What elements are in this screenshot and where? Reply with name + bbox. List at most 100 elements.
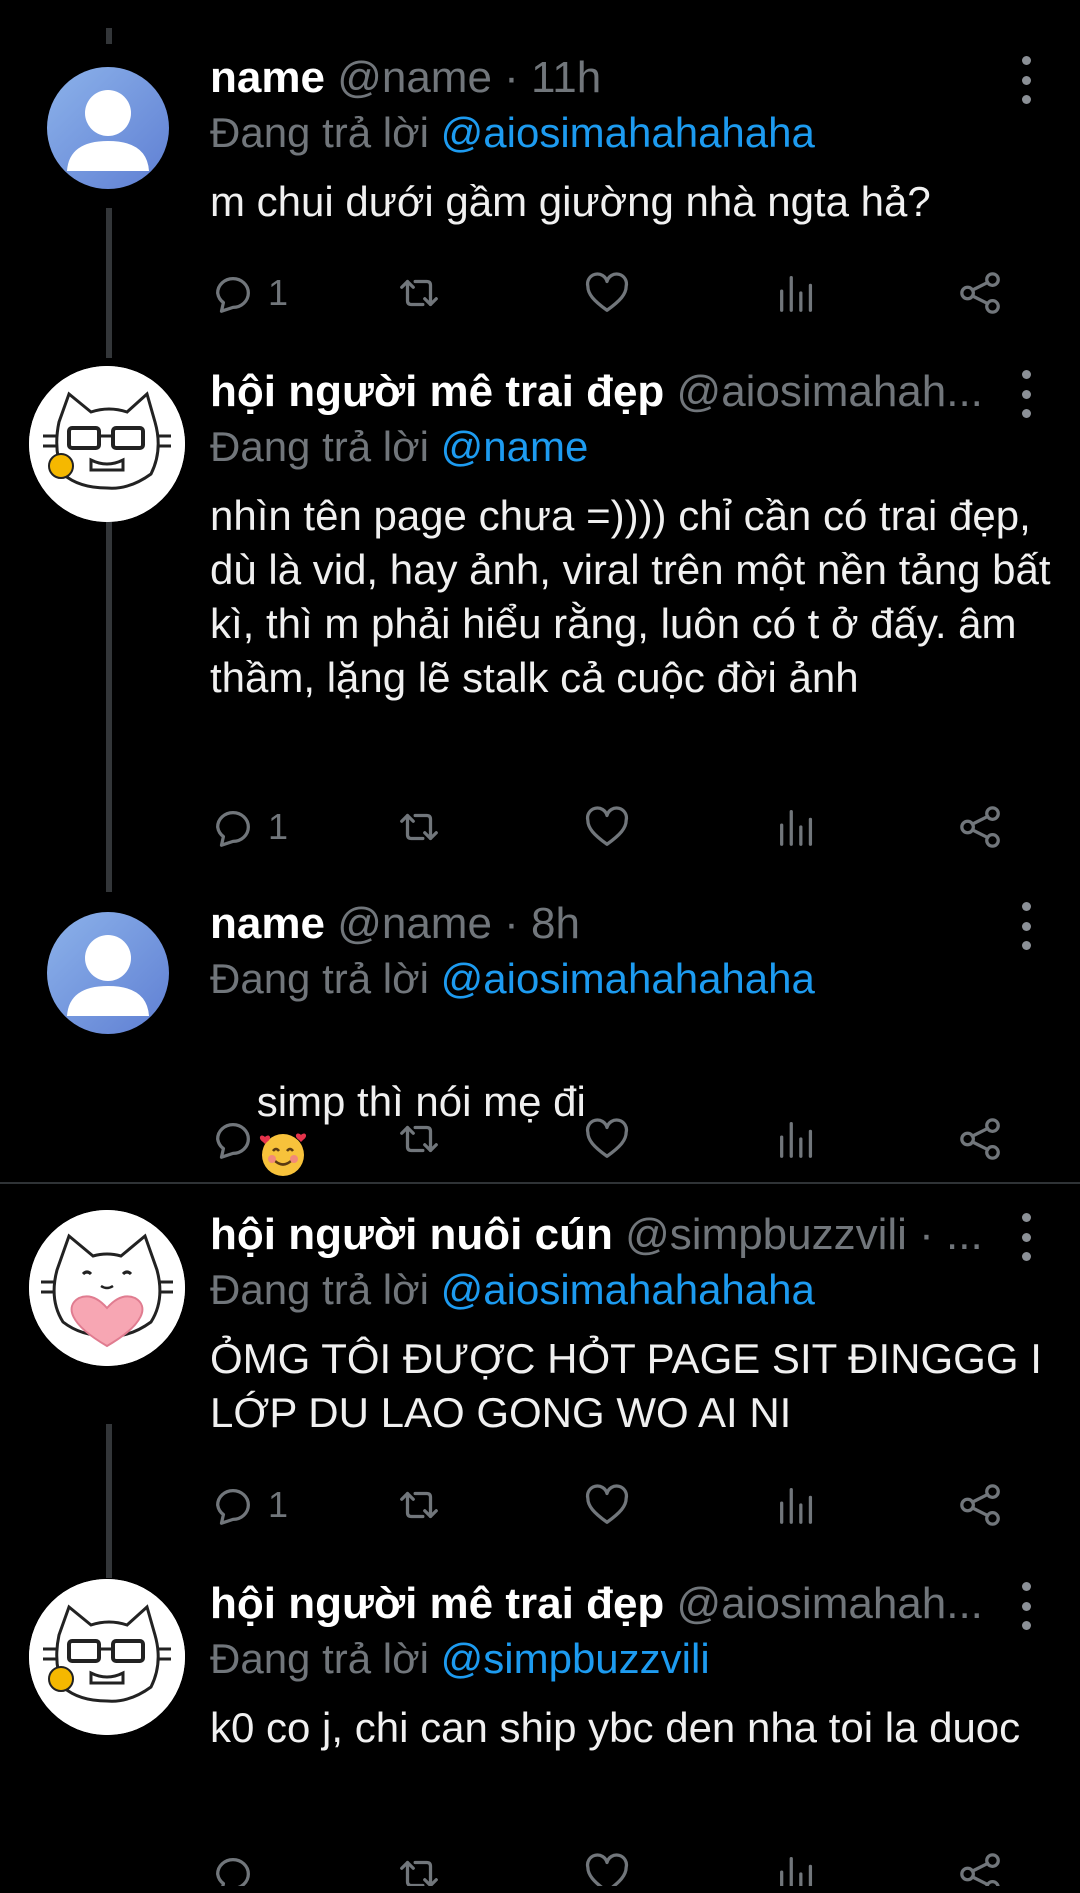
more-options-icon[interactable] <box>1006 902 1046 950</box>
share-icon <box>960 1853 1000 1886</box>
tweet-text: m chui dưới gầm giường nhà ngta hả? <box>210 178 931 225</box>
avatar[interactable] <box>29 366 185 522</box>
avatar[interactable] <box>47 67 169 189</box>
share-button[interactable] <box>958 265 1004 321</box>
reply-button[interactable]: 1 <box>210 1477 288 1533</box>
reply-mention-link[interactable]: @name <box>441 423 589 470</box>
reply-icon <box>216 1123 250 1159</box>
avatar[interactable] <box>47 912 169 1034</box>
views-button[interactable] <box>774 265 820 321</box>
views-button[interactable] <box>774 1846 820 1886</box>
reply-mention-link[interactable]: @aiosimahahahaha <box>441 1266 815 1313</box>
reply-button[interactable]: 1 <box>210 265 288 321</box>
reply-mention-link[interactable]: @simpbuzzvili <box>441 1635 710 1682</box>
retweet-button[interactable] <box>396 265 442 321</box>
tweet-text: ỎMG TÔI ĐƯỢC HỎT PAGE SIT ĐINGGG I LỚP D… <box>210 1335 1054 1436</box>
reply-count: 1 <box>268 272 289 313</box>
replying-label: Đang trả lời <box>210 109 429 156</box>
replying-label: Đang trả lời <box>210 1266 429 1313</box>
thread-line <box>106 28 112 44</box>
share-icon <box>960 806 1000 848</box>
views-icon <box>780 1857 813 1886</box>
tweet[interactable]: hội người nuôi cún @simpbuzzvili · ... Đ… <box>0 1207 1080 1526</box>
display-name[interactable]: name <box>210 53 325 102</box>
like-icon <box>585 806 629 846</box>
reply-button[interactable] <box>210 1111 256 1167</box>
like-button[interactable] <box>584 799 630 855</box>
share-button[interactable] <box>958 1477 1004 1533</box>
cat-heart-avatar-icon <box>29 1210 185 1366</box>
like-button[interactable] <box>584 1846 630 1886</box>
tweet-header: hội người nuôi cún @simpbuzzvili · ... <box>210 1207 1000 1263</box>
avatar[interactable] <box>29 1210 185 1366</box>
replying-to: Đang trả lời @aiosimahahahaha <box>210 952 815 1006</box>
like-icon <box>585 1484 629 1524</box>
user-handle[interactable]: @aiosimahah... <box>677 1579 983 1628</box>
retweet-button[interactable] <box>396 1846 442 1886</box>
views-button[interactable] <box>774 1111 820 1167</box>
retweet-icon <box>400 813 438 841</box>
views-icon <box>780 1122 813 1158</box>
tweet-actions <box>210 1846 1030 1886</box>
more-options-icon[interactable] <box>1006 56 1046 104</box>
more-options-icon[interactable] <box>1006 370 1046 418</box>
share-icon <box>960 1118 1000 1160</box>
retweet-icon <box>400 1125 438 1153</box>
like-icon <box>585 1118 629 1158</box>
user-handle[interactable]: @name <box>337 53 492 102</box>
more-options-icon[interactable] <box>1006 1213 1046 1261</box>
timestamp[interactable]: · 11h <box>504 53 601 102</box>
retweet-button[interactable] <box>396 1477 442 1533</box>
like-button[interactable] <box>584 1477 630 1533</box>
tweet-header: name @name · 8h <box>210 896 1000 952</box>
tweet-actions: 1 <box>210 1477 1030 1537</box>
retweet-icon <box>400 1860 438 1886</box>
reply-mention-link[interactable]: @aiosimahahahaha <box>441 109 815 156</box>
tweet-actions: 1 <box>210 799 1030 859</box>
reply-icon <box>216 811 250 847</box>
reply-icon <box>216 277 250 313</box>
retweet-icon <box>400 1491 438 1519</box>
display-name[interactable]: name <box>210 899 325 948</box>
views-button[interactable] <box>774 799 820 855</box>
views-icon <box>780 810 813 846</box>
like-button[interactable] <box>584 265 630 321</box>
like-button[interactable] <box>584 1111 630 1167</box>
share-button[interactable] <box>958 799 1004 855</box>
tweet-actions: 1 <box>210 265 1030 325</box>
views-button[interactable] <box>774 1477 820 1533</box>
views-icon <box>780 1488 813 1524</box>
share-button[interactable] <box>958 1111 1004 1167</box>
tweet-actions <box>210 1111 1030 1171</box>
tweet[interactable]: hội người mê trai đẹp @aiosimahah... Đan… <box>0 1576 1080 1893</box>
reply-button[interactable]: 1 <box>210 799 288 855</box>
replying-label: Đang trả lời <box>210 1635 429 1682</box>
avatar[interactable] <box>29 1579 185 1735</box>
reply-mention-link[interactable]: @aiosimahahahaha <box>441 955 815 1002</box>
more-options-icon[interactable] <box>1006 1582 1046 1630</box>
reply-button[interactable] <box>210 1846 256 1886</box>
like-icon <box>585 1853 629 1886</box>
tweet[interactable]: name @name · 8h Đang trả lời @aiosimahah… <box>0 896 1080 1176</box>
retweet-button[interactable] <box>396 799 442 855</box>
tweet[interactable]: hội người mê trai đẹp @aiosimahah... Đan… <box>0 364 1080 848</box>
reply-icon <box>216 1858 250 1886</box>
user-handle[interactable]: @name <box>337 899 492 948</box>
user-handle[interactable]: @simpbuzzvili · ... <box>625 1210 983 1259</box>
display-name[interactable]: hội người mê trai đẹp <box>210 1579 664 1628</box>
default-user-avatar-icon <box>67 90 149 171</box>
tweet[interactable]: name @name · 11h Đang trả lời @aiosimaha… <box>0 50 1080 320</box>
default-user-avatar-icon <box>67 935 149 1016</box>
views-icon <box>780 276 813 312</box>
timestamp[interactable]: · 8h <box>504 899 580 948</box>
retweet-button[interactable] <box>396 1111 442 1167</box>
display-name[interactable]: hội người nuôi cún <box>210 1210 613 1259</box>
tweet-text: k0 co j, chi can ship ybc den nha toi la… <box>210 1704 1021 1751</box>
display-name[interactable]: hội người mê trai đẹp <box>210 367 664 416</box>
share-button[interactable] <box>958 1846 1004 1886</box>
replying-label: Đang trả lời <box>210 423 429 470</box>
tweet-header: name @name · 11h <box>210 50 1000 106</box>
cat-glasses-avatar-icon <box>29 366 185 522</box>
share-icon <box>960 272 1000 314</box>
user-handle[interactable]: @aiosimahah... <box>677 367 983 416</box>
